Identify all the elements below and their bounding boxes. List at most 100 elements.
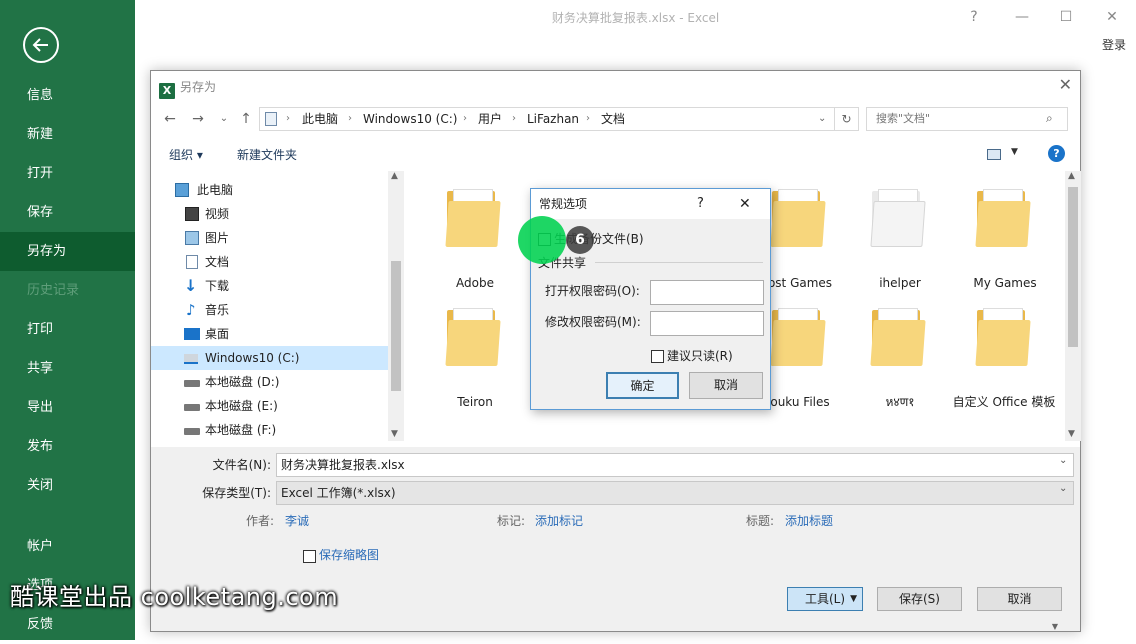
readonly-checkbox[interactable]: [651, 350, 664, 363]
back-icon[interactable]: ←: [159, 109, 181, 129]
scroll-thumb[interactable]: [391, 261, 401, 391]
navigation-tree: 此电脑 视频 图片 文档 ↓ 下载 ♪ 音乐 桌面 Windows10 (C:): [151, 171, 388, 441]
watermark-text: 酷课堂出品 coolketang.com: [10, 583, 339, 611]
breadcrumb-documents[interactable]: 文档: [601, 108, 625, 130]
excel-icon: X: [159, 83, 175, 99]
pictures-icon: [185, 231, 199, 245]
dialog-help-icon[interactable]: ?: [1048, 145, 1065, 162]
sidebar-item-save[interactable]: 保存: [0, 193, 135, 232]
computer-icon: [175, 183, 189, 197]
help-icon[interactable]: ?: [962, 6, 986, 28]
folder-icon: [868, 306, 928, 370]
sidebar-item-share[interactable]: 共享: [0, 349, 135, 388]
sidebar-item-publish[interactable]: 发布: [0, 427, 135, 466]
minimize-icon[interactable]: —: [1010, 6, 1034, 28]
tree-scrollbar[interactable]: ▲ ▼: [388, 171, 404, 441]
tree-label: 此电脑: [197, 183, 234, 197]
organize-button[interactable]: 组织 ▾: [169, 145, 203, 165]
sidebar-item-info[interactable]: 信息: [0, 76, 135, 115]
sidebar-item-account[interactable]: 帐户: [0, 527, 135, 566]
breadcrumb-separator: ›: [286, 113, 290, 124]
drive-icon: [184, 404, 200, 411]
author-value[interactable]: 李诚: [285, 512, 309, 530]
filetype-dropdown-icon[interactable]: ⌄: [1059, 483, 1067, 494]
tree-item-desktop[interactable]: 桌面: [151, 322, 388, 346]
folder-icon: [973, 187, 1033, 251]
address-dropdown-icon[interactable]: ⌄: [818, 108, 826, 130]
backstage-sidebar: 信息 新建 打开 保存 另存为 历史记录 打印 共享 导出 发布 关闭 帐户 选…: [0, 0, 135, 640]
tree-label: 下载: [205, 279, 230, 293]
tree-item-downloads[interactable]: ↓ 下载: [151, 274, 388, 298]
sidebar-item-export[interactable]: 导出: [0, 388, 135, 427]
dialog-close-icon[interactable]: ✕: [1059, 75, 1072, 94]
close-icon[interactable]: ✕: [1100, 6, 1124, 28]
tools-label: 工具(L): [804, 592, 846, 606]
tree-item-drive-d[interactable]: 本地磁盘 (D:): [151, 370, 388, 394]
up-icon[interactable]: ↑: [235, 109, 257, 129]
popup-close-icon[interactable]: ✕: [739, 189, 751, 219]
filename-input[interactable]: 财务决算批复报表.xlsx: [276, 453, 1074, 477]
breadcrumb-user[interactable]: LiFazhan: [527, 108, 579, 130]
filetype-select[interactable]: Excel 工作簿(*.xlsx): [276, 481, 1074, 505]
back-arrow-icon[interactable]: [23, 27, 59, 63]
folder-icon: [768, 187, 828, 251]
scroll-up-icon[interactable]: ▲: [1068, 171, 1075, 181]
tags-link[interactable]: 添加标记: [535, 512, 583, 530]
modify-password-label: 修改权限密码(M):: [545, 315, 641, 329]
tree-label: 视频: [205, 207, 230, 221]
document-icon: [186, 255, 198, 269]
new-folder-button[interactable]: 新建文件夹: [237, 145, 297, 165]
folder-icon: [443, 306, 503, 370]
cancel-button[interactable]: 取消: [977, 587, 1062, 611]
recent-locations-icon[interactable]: ⌄: [213, 109, 235, 129]
sidebar-item-close[interactable]: 关闭: [0, 466, 135, 505]
tree-item-pictures[interactable]: 图片: [151, 226, 388, 250]
popup-cancel-button[interactable]: 取消: [689, 372, 763, 399]
view-dropdown-icon[interactable]: ▼: [1011, 147, 1018, 157]
breadcrumb-users[interactable]: 用户: [478, 108, 502, 130]
tree-item-drive-f[interactable]: 本地磁盘 (F:): [151, 418, 388, 442]
sidebar-item-save-as[interactable]: 另存为: [0, 232, 135, 271]
content-scrollbar[interactable]: ▲ ▼: [1065, 171, 1081, 441]
tags-label: 标记:: [497, 514, 526, 528]
sidebar-item-print[interactable]: 打印: [0, 310, 135, 349]
breadcrumb-drive-c[interactable]: Windows10 (C:): [363, 108, 457, 130]
view-icon[interactable]: [987, 149, 1001, 160]
forward-icon[interactable]: →: [187, 109, 209, 129]
search-input[interactable]: 搜索"文档": [866, 107, 1068, 131]
scroll-thumb[interactable]: [1068, 187, 1078, 347]
sidebar-item-new[interactable]: 新建: [0, 115, 135, 154]
title-link[interactable]: 添加标题: [785, 512, 833, 530]
scroll-down-icon[interactable]: ▼: [391, 429, 398, 439]
login-link[interactable]: 登录: [1102, 36, 1126, 53]
filename-dropdown-icon[interactable]: ⌄: [1059, 455, 1067, 466]
tools-button[interactable]: 工具(L) ▼: [787, 587, 863, 611]
breadcrumb-this-pc[interactable]: 此电脑: [302, 108, 338, 130]
resize-grip-icon[interactable]: ▼: [1049, 622, 1061, 631]
tree-item-videos[interactable]: 视频: [151, 202, 388, 226]
folder-label: ห४ण१: [885, 395, 915, 409]
tree-item-music[interactable]: ♪ 音乐: [151, 298, 388, 322]
open-password-input[interactable]: [650, 280, 764, 305]
save-button[interactable]: 保存(S): [877, 587, 962, 611]
popup-help-icon[interactable]: ?: [697, 189, 704, 219]
cursor-highlight: [518, 216, 566, 264]
desktop-icon: [184, 328, 200, 340]
sidebar-item-open[interactable]: 打开: [0, 154, 135, 193]
tree-item-this-pc[interactable]: 此电脑: [151, 178, 388, 202]
scroll-up-icon[interactable]: ▲: [391, 171, 398, 181]
modify-password-input[interactable]: [650, 311, 764, 336]
folder-icon: [768, 306, 828, 370]
computer-icon: [265, 112, 277, 126]
tree-item-drive-c[interactable]: Windows10 (C:): [151, 346, 388, 370]
tree-item-documents[interactable]: 文档: [151, 250, 388, 274]
tools-dropdown-icon: ▼: [850, 594, 857, 604]
thumbnail-checkbox[interactable]: [303, 550, 316, 563]
scroll-down-icon[interactable]: ▼: [1068, 429, 1075, 439]
search-icon: ⌕: [1046, 111, 1053, 125]
address-bar[interactable]: › 此电脑 › Windows10 (C:) › 用户 › LiFazhan ›…: [259, 107, 859, 131]
tree-item-drive-e[interactable]: 本地磁盘 (E:): [151, 394, 388, 418]
refresh-icon[interactable]: ↻: [834, 108, 858, 130]
ok-button[interactable]: 确定: [606, 372, 679, 399]
maximize-icon[interactable]: ☐: [1054, 6, 1078, 28]
